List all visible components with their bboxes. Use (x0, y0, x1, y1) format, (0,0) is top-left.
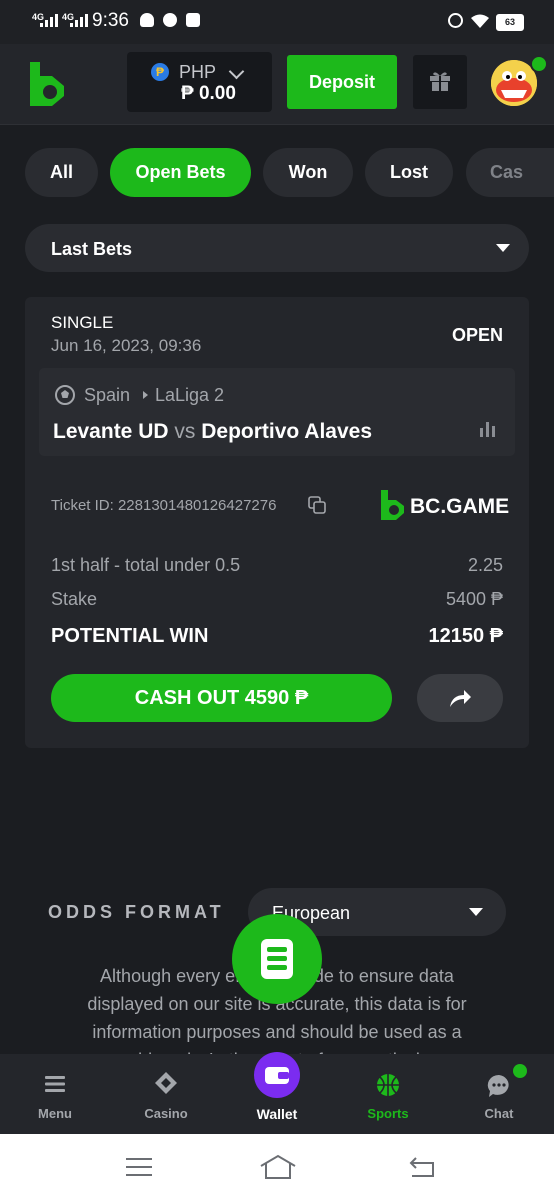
nav-chat[interactable]: Chat (444, 1054, 554, 1134)
battery-icon: 63 (496, 14, 524, 31)
bet-status: OPEN (451, 325, 503, 345)
soccer-ball-icon (55, 385, 75, 405)
gift-button[interactable] (413, 55, 467, 109)
match-teams: Levante UD vs Deportivo Alaves (53, 420, 372, 444)
nav-chat-label: Chat (484, 1106, 514, 1121)
online-indicator (530, 55, 548, 73)
currency-selector[interactable]: ₱ PHP ₱ 0.00 (127, 52, 272, 112)
chat-notification-dot (513, 1064, 527, 1078)
recent-apps-icon[interactable] (126, 1157, 152, 1177)
menu-icon (45, 1076, 65, 1092)
signal-icon (70, 14, 88, 27)
odds-value: 2.25 (467, 555, 503, 575)
chat-icon (487, 1074, 509, 1097)
bet-datetime: Jun 16, 2023, 09:36 (51, 336, 202, 355)
away-team: Deportivo Alaves (201, 420, 372, 443)
match-league: LaLiga 2 (155, 385, 225, 405)
breadcrumb-arrow-icon (143, 391, 148, 399)
ticket-id: Ticket ID: 2281301480126427276 (51, 497, 277, 514)
bet-filter-tabs: All Open Bets Won Lost Cas (25, 148, 554, 198)
app-header (0, 44, 554, 125)
gift-icon (430, 72, 450, 91)
tab-lost[interactable]: Lost (365, 148, 453, 197)
bc-game-logo-icon (381, 490, 404, 520)
betslip-icon (261, 939, 293, 979)
currency-code: PHP (179, 62, 217, 82)
tab-all[interactable]: All (25, 148, 98, 197)
nav-menu[interactable]: Menu (0, 1054, 110, 1134)
dropdown-label: Last Bets (51, 239, 133, 259)
home-team: Levante UD (53, 420, 169, 443)
wallet-badge (254, 1052, 300, 1098)
tab-open-bets[interactable]: Open Bets (110, 148, 251, 197)
basketball-icon (377, 1074, 399, 1096)
odds-format-label: ODDS FORMAT (48, 902, 225, 922)
cash-out-button[interactable]: CASH OUT 4590 ₱ (51, 674, 392, 722)
tab-cashout[interactable]: Cas (466, 148, 554, 197)
caret-down-icon (469, 908, 483, 916)
clock: 9:36 (92, 10, 129, 31)
nav-sports[interactable]: Sports (333, 1054, 443, 1134)
shop-icon (186, 13, 200, 27)
nav-menu-label: Menu (38, 1106, 72, 1121)
potential-win-value: 12150 ₱ (428, 625, 503, 647)
system-navigation-bar (0, 1134, 554, 1200)
bc-logo-icon[interactable] (28, 62, 64, 106)
share-button[interactable] (417, 674, 503, 722)
nav-casino-label: Casino (144, 1106, 188, 1121)
vs-label: vs (174, 420, 196, 443)
match-country: Spain (84, 385, 131, 405)
wallet-icon (265, 1067, 289, 1084)
bet-type: SINGLE (51, 313, 114, 332)
nav-wallet[interactable]: Wallet (222, 1052, 332, 1134)
bottom-navigation: Menu Casino Wallet Sports Chat (0, 1052, 554, 1134)
tab-won[interactable]: Won (263, 148, 353, 197)
chevron-down-icon (228, 63, 245, 80)
casino-icon (155, 1072, 177, 1094)
betslip-fab-button[interactable] (232, 914, 322, 1004)
market-label: 1st half - total under 0.5 (51, 555, 241, 575)
match-box[interactable]: Spain LaLiga 2 Levante UD vs Deportivo A… (39, 368, 515, 456)
stats-icon[interactable] (479, 421, 497, 437)
disclaimer-line: information purposes and should be used … (92, 1022, 462, 1042)
last-bets-dropdown[interactable]: Last Bets (25, 224, 529, 272)
caret-down-icon (496, 244, 510, 252)
deposit-button[interactable]: Deposit (287, 55, 397, 109)
wifi-icon (471, 14, 489, 28)
nav-sports-label: Sports (367, 1106, 409, 1121)
balance: ₱ 0.00 (181, 83, 236, 104)
nav-casino[interactable]: Casino (111, 1054, 221, 1134)
potential-win-label: POTENTIAL WIN (51, 625, 209, 647)
messenger-icon (163, 13, 177, 27)
bet-card: SINGLE Jun 16, 2023, 09:36 OPEN Spain La… (25, 297, 529, 748)
share-arrow-icon (450, 690, 471, 707)
currency-coin-icon: ₱ (151, 63, 169, 81)
home-icon[interactable] (259, 1154, 297, 1180)
status-bar: 4G 4G 9:36 63 (0, 0, 554, 44)
copy-icon[interactable] (308, 496, 326, 514)
brand-name: BC.GAME (410, 495, 510, 518)
nav-wallet-label: Wallet (256, 1106, 298, 1122)
alarm-icon (448, 13, 463, 28)
discord-icon (140, 13, 154, 27)
back-icon[interactable] (408, 1155, 436, 1179)
signal-icon (40, 14, 58, 27)
stake-label: Stake (51, 589, 98, 609)
stake-value: 5400 ₱ (445, 589, 503, 609)
